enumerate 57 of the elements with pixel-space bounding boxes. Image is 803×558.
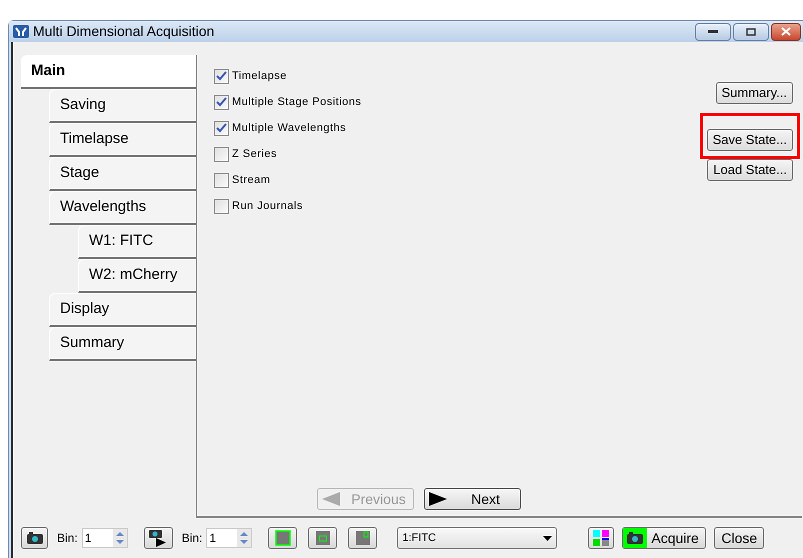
checkbox-label: Z Series xyxy=(232,146,277,162)
camera-button[interactable] xyxy=(21,527,48,549)
checkbox[interactable] xyxy=(214,198,229,214)
full-region-icon xyxy=(274,530,291,546)
tree-item[interactable]: Main xyxy=(21,55,196,89)
checkbox[interactable] xyxy=(214,120,229,136)
maximize-icon xyxy=(746,28,756,36)
tree-item[interactable]: Display xyxy=(49,293,196,327)
tree-item[interactable]: Summary xyxy=(49,327,196,361)
checkbox[interactable] xyxy=(214,94,229,110)
maximize-button[interactable] xyxy=(733,22,769,40)
checkbox-label: Multiple Wavelengths xyxy=(232,120,346,136)
corner-region-button[interactable] xyxy=(348,527,378,549)
checkbox-label: Run Journals xyxy=(232,198,303,214)
left-triangle-icon xyxy=(322,492,340,506)
wavelength-dropdown[interactable]: 1:FITC xyxy=(397,527,558,549)
window-title: Multi Dimensional Acquisition xyxy=(33,22,214,41)
tree-item[interactable]: W1: FITC xyxy=(78,225,196,259)
tree-item[interactable]: Timelapse xyxy=(49,123,196,157)
checkbox[interactable] xyxy=(214,68,229,84)
corner-region-icon xyxy=(354,530,371,546)
checkbox-label: Multiple Stage Positions xyxy=(232,94,362,110)
camera-icon xyxy=(626,531,644,545)
video-camera-icon xyxy=(148,529,168,547)
center-region-button[interactable] xyxy=(308,527,338,549)
previous-button: Previous xyxy=(317,488,414,510)
close-dialog-button[interactable]: Close xyxy=(714,527,764,549)
right-triangle-icon xyxy=(429,492,447,506)
checkbox-label: Stream xyxy=(232,172,270,188)
minimize-icon xyxy=(708,30,718,34)
next-button[interactable]: Next xyxy=(424,488,521,510)
video-camera-button[interactable] xyxy=(144,527,173,549)
bin-label: Bin: xyxy=(182,530,202,547)
center-region-icon xyxy=(314,530,331,546)
tree-item[interactable]: Wavelengths xyxy=(49,191,196,225)
tree-item[interactable]: W2: mCherry xyxy=(78,259,196,293)
full-region-button[interactable] xyxy=(268,527,298,549)
close-button[interactable] xyxy=(771,22,801,40)
color-grid-button[interactable] xyxy=(588,527,614,549)
tree-item[interactable]: Stage xyxy=(49,157,196,191)
checkbox-label: Timelapse xyxy=(232,68,287,84)
close-icon xyxy=(781,27,791,36)
checkbox[interactable] xyxy=(214,172,229,188)
camera-icon xyxy=(26,531,44,545)
bin-label: Bin: xyxy=(57,530,78,547)
minimize-button[interactable] xyxy=(695,22,731,40)
caret-icon xyxy=(543,536,552,540)
acquire-button[interactable]: Acquire xyxy=(622,527,706,549)
side-button[interactable]: Save State... xyxy=(706,128,793,151)
tree-item[interactable]: Saving xyxy=(49,89,196,123)
side-button[interactable]: Load State... xyxy=(707,158,793,181)
side-button[interactable]: Summary... xyxy=(716,82,793,104)
bin-spinner[interactable]: 1 xyxy=(206,528,252,548)
bin-spinner[interactable]: 1 xyxy=(82,528,128,548)
app-icon xyxy=(13,25,29,38)
checkbox[interactable] xyxy=(214,146,229,162)
color-grid-icon xyxy=(593,530,610,546)
